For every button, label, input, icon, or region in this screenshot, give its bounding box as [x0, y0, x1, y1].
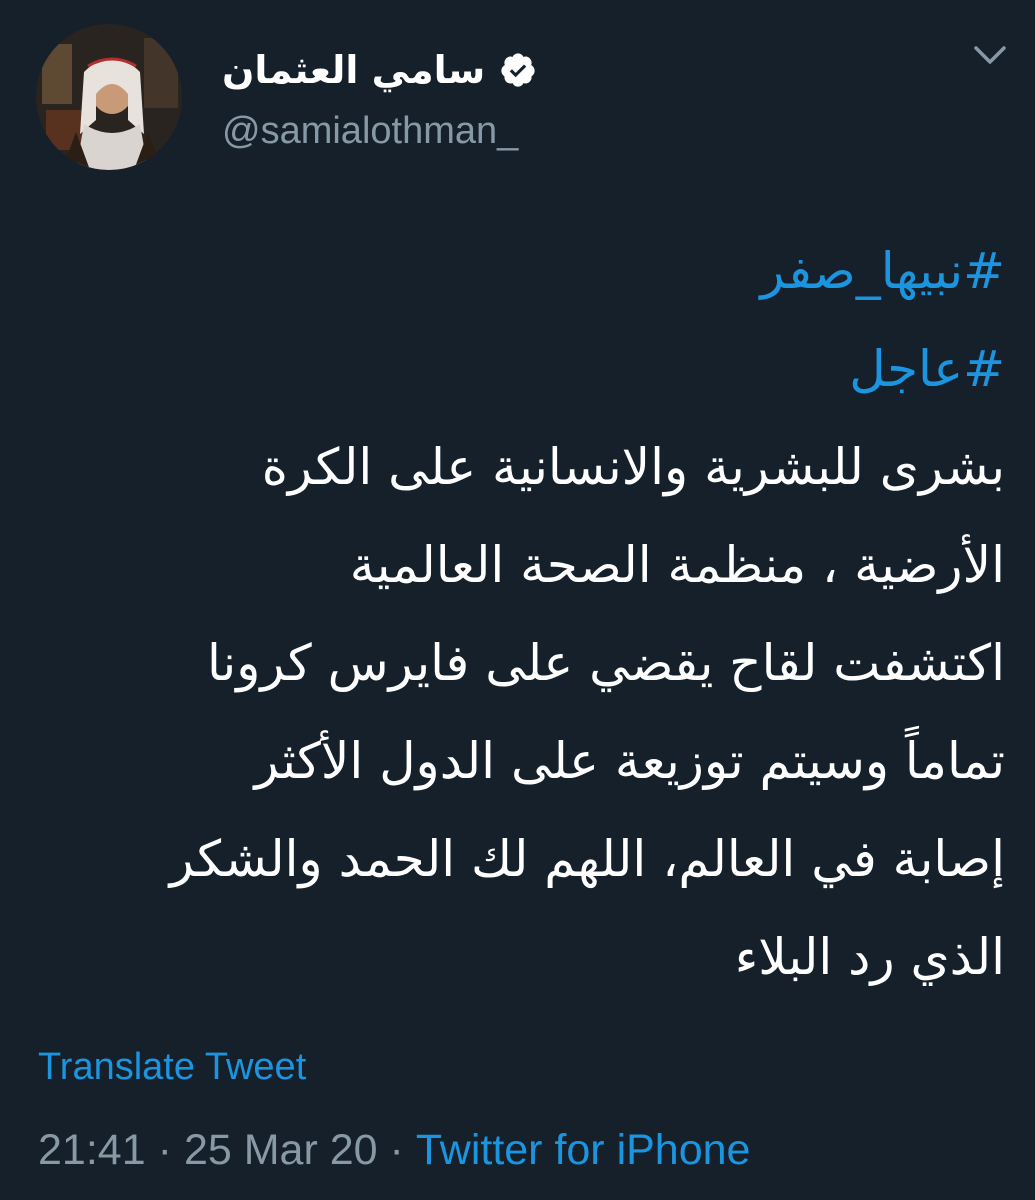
tweet-date[interactable]: 25 Mar 20 — [184, 1126, 378, 1175]
tweet-text-line: الذي رد البلاء — [734, 928, 1005, 986]
tweet-text-line: إصابة في العالم، اللهم لك الحمد والشكر — [169, 830, 1005, 888]
tweet-card: سامي العثمان @samialothman_ #نبيها_صفر #… — [0, 0, 1035, 1200]
tweet-text-line: الأرضية ، منظمة الصحة العالمية — [349, 536, 1005, 594]
author-handle[interactable]: @samialothman_ — [222, 110, 518, 153]
avatar[interactable] — [36, 24, 182, 170]
tweet-text: #نبيها_صفر #عاجل بشرى للبشرية والانسانية… — [30, 222, 1005, 1006]
chevron-down-icon[interactable] — [970, 38, 1010, 72]
display-name[interactable]: سامي العثمان — [222, 48, 485, 92]
hashtag-link[interactable]: #نبيها_صفر — [30, 222, 1005, 320]
translate-tweet-link[interactable]: Translate Tweet — [38, 1046, 306, 1089]
tweet-text-line: تماماً وسيتم توزيعة على الدول الأكثر — [254, 732, 1005, 790]
verified-badge-icon — [501, 53, 535, 87]
hashtag-link[interactable]: #عاجل — [30, 320, 1005, 418]
tweet-metadata: 21:41 · 25 Mar 20 · Twitter for iPhone — [38, 1126, 750, 1175]
tweet-text-line: بشرى للبشرية والانسانية على الكرة — [261, 438, 1005, 496]
avatar-photo — [36, 24, 182, 170]
author-name-row: سامي العثمان — [222, 40, 822, 100]
separator-dot: · — [157, 1126, 172, 1174]
separator-dot: · — [389, 1126, 404, 1174]
tweet-text-line: اكتشفت لقاح يقضي على فايرس كرونا — [207, 634, 1005, 692]
tweet-time[interactable]: 21:41 — [38, 1126, 146, 1175]
tweet-source-link[interactable]: Twitter for iPhone — [416, 1126, 751, 1175]
